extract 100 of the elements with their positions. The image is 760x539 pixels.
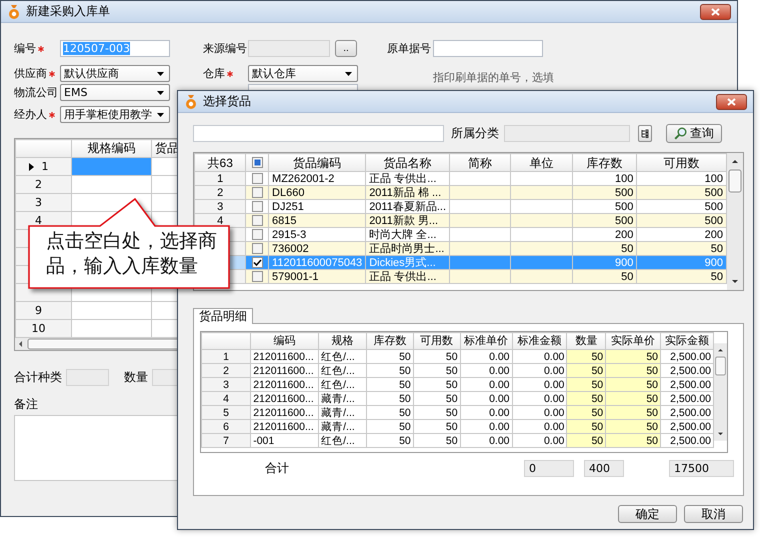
- table-cell[interactable]: 212011600...: [250, 350, 319, 364]
- table-cell[interactable]: 500: [572, 186, 637, 200]
- table-cell[interactable]: 212011600...: [250, 364, 319, 378]
- table-cell[interactable]: 50: [572, 270, 637, 284]
- table-cell[interactable]: [72, 158, 152, 176]
- table-cell[interactable]: 212011600...: [250, 406, 319, 420]
- table-cell[interactable]: 0.00: [512, 420, 567, 434]
- table-cell[interactable]: 0.00: [512, 364, 567, 378]
- table-cell[interactable]: 50: [366, 420, 414, 434]
- checkbox[interactable]: [252, 173, 263, 184]
- table-cell[interactable]: 正品 专供出...: [366, 270, 450, 284]
- table-cell[interactable]: 6815: [268, 214, 366, 228]
- query-button[interactable]: 查询: [666, 124, 722, 143]
- table-cell[interactable]: 50: [566, 406, 606, 420]
- table-cell[interactable]: 藏青/...: [318, 420, 366, 434]
- table-cell[interactable]: 50: [636, 270, 726, 284]
- search-field[interactable]: [193, 125, 444, 142]
- table-cell[interactable]: 红色/...: [318, 350, 366, 364]
- dropdown[interactable]: EMS: [60, 84, 170, 101]
- table-cell[interactable]: 50: [606, 434, 661, 448]
- table-cell[interactable]: 212011600...: [250, 378, 319, 392]
- table-cell[interactable]: 500: [572, 214, 637, 228]
- table-cell[interactable]: 50: [572, 242, 637, 256]
- table-cell[interactable]: 500: [636, 186, 726, 200]
- tab[interactable]: 货品明细: [193, 308, 253, 324]
- checkbox[interactable]: [252, 257, 263, 268]
- checkbox[interactable]: [252, 157, 263, 168]
- dropdown[interactable]: 用手掌柜使用教学: [60, 106, 170, 123]
- table-cell[interactable]: 0.00: [460, 378, 512, 392]
- dialog-button[interactable]: 取消: [684, 505, 743, 523]
- table-cell[interactable]: 2011新品 棉 ...: [366, 186, 450, 200]
- table-cell[interactable]: 藏青/...: [318, 392, 366, 406]
- table-cell[interactable]: 579001-1: [268, 270, 366, 284]
- table-cell[interactable]: 藏青/...: [318, 406, 366, 420]
- table-cell[interactable]: 50: [366, 406, 414, 420]
- table-cell[interactable]: 50: [606, 378, 661, 392]
- table-cell[interactable]: 50: [413, 392, 460, 406]
- table-cell[interactable]: 0.00: [460, 364, 512, 378]
- checkbox[interactable]: [252, 271, 263, 282]
- checkbox[interactable]: [252, 187, 263, 198]
- table-cell[interactable]: 正品时尚男士...: [366, 242, 450, 256]
- table-cell[interactable]: 2,500.00: [660, 434, 714, 448]
- table-cell[interactable]: 红色/...: [318, 378, 366, 392]
- table-cell[interactable]: 0.00: [512, 378, 567, 392]
- table-cell[interactable]: 500: [636, 214, 726, 228]
- table-cell[interactable]: 50: [606, 392, 661, 406]
- table-cell[interactable]: [72, 176, 152, 194]
- table-cell[interactable]: 50: [606, 420, 661, 434]
- table-cell[interactable]: 50: [366, 392, 414, 406]
- table-cell[interactable]: 50: [366, 434, 414, 448]
- table-cell[interactable]: 0.00: [460, 434, 512, 448]
- table-cell[interactable]: 50: [566, 420, 606, 434]
- table-cell[interactable]: 0.00: [512, 406, 567, 420]
- table-cell[interactable]: 0.00: [512, 392, 567, 406]
- table-cell[interactable]: 红色/...: [318, 364, 366, 378]
- table-cell[interactable]: 50: [366, 364, 414, 378]
- table-cell[interactable]: 50: [566, 434, 606, 448]
- table-cell[interactable]: 50: [413, 420, 460, 434]
- table-cell[interactable]: 50: [366, 350, 414, 364]
- table-cell[interactable]: 50: [413, 364, 460, 378]
- checkbox[interactable]: [252, 229, 263, 240]
- dialog-button[interactable]: 确定: [618, 505, 677, 523]
- table-cell[interactable]: 50: [566, 392, 606, 406]
- table-cell[interactable]: [72, 302, 152, 320]
- table-cell[interactable]: 0.00: [512, 350, 567, 364]
- table-cell[interactable]: 212011600...: [250, 392, 319, 406]
- table-cell[interactable]: 50: [566, 364, 606, 378]
- table-cell[interactable]: 0.00: [460, 350, 512, 364]
- table-cell[interactable]: -001: [250, 434, 319, 448]
- category-picker-button[interactable]: [638, 125, 652, 142]
- dropdown[interactable]: 默认供应商: [60, 65, 170, 82]
- scrollbar[interactable]: [727, 153, 743, 290]
- table-cell[interactable]: 50: [606, 350, 661, 364]
- table-cell[interactable]: DL660: [268, 186, 366, 200]
- close-button[interactable]: [716, 94, 747, 110]
- text-field[interactable]: [433, 40, 543, 57]
- table-cell[interactable]: 50: [566, 350, 606, 364]
- table-cell[interactable]: 0.00: [460, 406, 512, 420]
- dropdown[interactable]: 默认仓库: [248, 65, 358, 82]
- table-cell[interactable]: 50: [413, 406, 460, 420]
- category-field[interactable]: [504, 125, 630, 142]
- table-cell[interactable]: 50: [413, 378, 460, 392]
- table-cell[interactable]: 212011600...: [250, 420, 319, 434]
- table-cell[interactable]: 2011新款 男...: [366, 214, 450, 228]
- table-cell[interactable]: 0.00: [460, 420, 512, 434]
- table-cell[interactable]: 50: [366, 378, 414, 392]
- close-button[interactable]: [700, 4, 731, 20]
- table-cell[interactable]: 红色/...: [318, 434, 366, 448]
- table-cell[interactable]: 50: [636, 242, 726, 256]
- checkbox[interactable]: [252, 201, 263, 212]
- table-cell[interactable]: 50: [413, 350, 460, 364]
- checkbox[interactable]: [252, 215, 263, 226]
- table-cell[interactable]: 50: [606, 364, 661, 378]
- table-cell[interactable]: 50: [413, 434, 460, 448]
- checkbox[interactable]: [252, 243, 263, 254]
- table-cell[interactable]: 0.00: [460, 392, 512, 406]
- table-cell[interactable]: 50: [566, 378, 606, 392]
- table-cell[interactable]: 0.00: [512, 434, 567, 448]
- text-field[interactable]: [66, 369, 109, 386]
- table-cell[interactable]: 736002: [268, 242, 366, 256]
